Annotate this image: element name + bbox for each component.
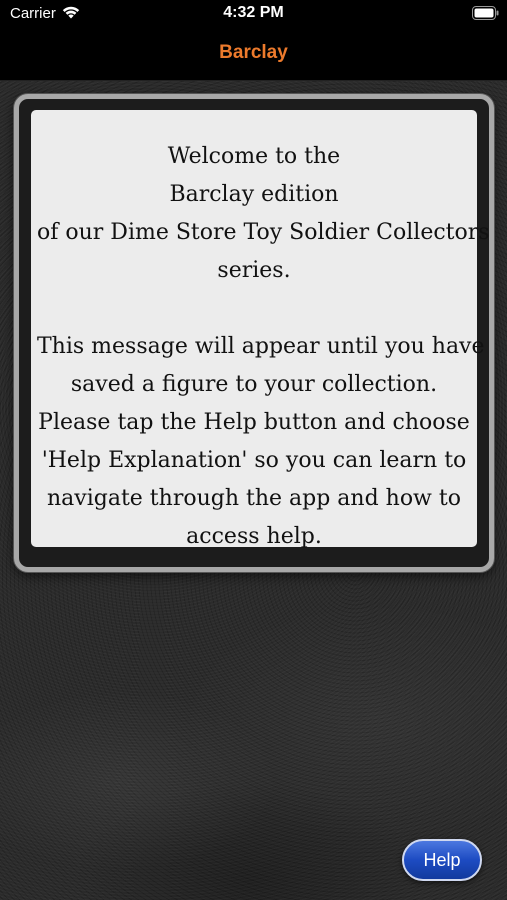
message-line: series. <box>217 258 291 283</box>
message-line: navigate through the app and how to <box>47 486 461 511</box>
message-line: Barclay edition <box>169 182 339 207</box>
help-button[interactable]: Help <box>402 839 482 881</box>
welcome-message-frame: Welcome to the Barclay edition of our Di… <box>14 94 494 572</box>
battery-icon <box>472 6 499 20</box>
message-line: This message will appear until you have <box>37 334 485 359</box>
message-line: Please tap the Help button and choose <box>38 410 470 435</box>
message-line: of our Dime Store Toy Soldier Collectors <box>37 220 490 245</box>
message-line: saved a figure to your collection. <box>70 372 438 397</box>
status-time: 4:32 PM <box>223 4 284 21</box>
message-line: access help. <box>186 524 322 549</box>
navigation-bar: Barclay <box>0 30 507 81</box>
message-line: Welcome to the <box>167 144 341 169</box>
status-bar: Carrier 4:32 PM <box>0 0 507 30</box>
message-line: 'Help Explanation' so you can learn to <box>41 448 467 473</box>
message-spacer <box>37 290 471 328</box>
welcome-message-panel: Welcome to the Barclay edition of our Di… <box>31 110 490 549</box>
nav-title: Barclay <box>219 42 288 63</box>
